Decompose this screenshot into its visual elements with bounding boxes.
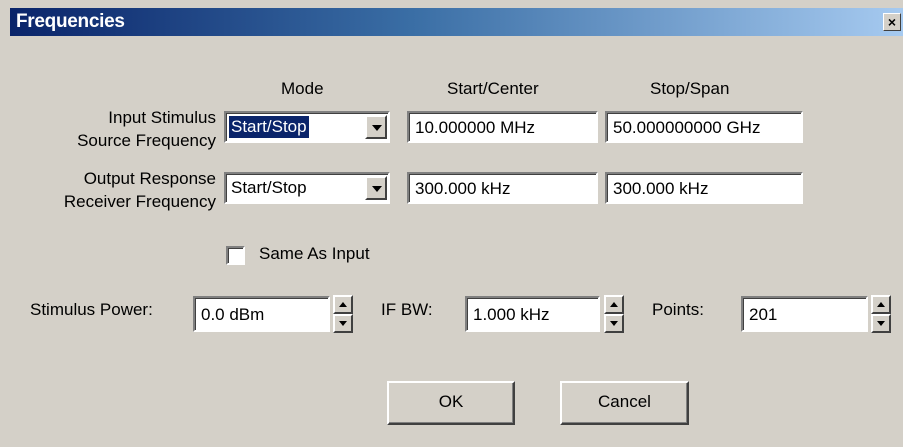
source-frequency-label: Source Frequency bbox=[77, 131, 216, 150]
arrow-down-icon bbox=[339, 321, 347, 326]
output-mode-dropdown[interactable]: Start/Stop bbox=[224, 172, 390, 204]
cancel-button[interactable]: Cancel bbox=[560, 381, 689, 425]
input-start-field[interactable]: 10.000000 MHz bbox=[407, 111, 598, 143]
stimulus-power-down-button[interactable] bbox=[333, 314, 353, 333]
stop-span-header: Stop/Span bbox=[650, 79, 730, 98]
arrow-up-icon bbox=[339, 302, 347, 307]
arrow-up-icon bbox=[877, 302, 885, 307]
points-label: Points: bbox=[652, 300, 704, 319]
output-start-value: 300.000 kHz bbox=[415, 179, 511, 198]
output-mode-dropdown-button[interactable] bbox=[365, 176, 387, 200]
close-icon: × bbox=[887, 14, 897, 30]
input-stop-value: 50.000000000 GHz bbox=[613, 118, 761, 137]
stimulus-power-spinner[interactable] bbox=[333, 295, 353, 333]
input-stop-field[interactable]: 50.000000000 GHz bbox=[605, 111, 803, 143]
output-stop-value: 300.000 kHz bbox=[613, 179, 709, 198]
input-mode-value: Start/Stop bbox=[228, 115, 310, 139]
ok-button-label: OK bbox=[438, 392, 464, 411]
receiver-frequency-label: Receiver Frequency bbox=[63, 192, 216, 211]
points-field[interactable]: 201 bbox=[741, 296, 868, 332]
points-up-button[interactable] bbox=[871, 295, 891, 314]
output-response-label: Output Response bbox=[83, 169, 216, 188]
stimulus-power-value: 0.0 dBm bbox=[201, 305, 265, 324]
same-as-input-checkbox[interactable] bbox=[226, 246, 245, 265]
mode-header: Mode bbox=[281, 79, 324, 98]
if-bw-label: IF BW: bbox=[381, 300, 433, 319]
if-bw-field[interactable]: 1.000 kHz bbox=[465, 296, 600, 332]
stimulus-power-up-button[interactable] bbox=[333, 295, 353, 314]
if-bw-value: 1.000 kHz bbox=[473, 305, 550, 324]
window-title: Frequencies bbox=[16, 11, 125, 32]
input-mode-dropdown-button[interactable] bbox=[365, 115, 387, 139]
points-spinner[interactable] bbox=[871, 295, 891, 333]
input-stimulus-label: Input Stimulus bbox=[108, 108, 216, 127]
arrow-up-icon bbox=[610, 302, 618, 307]
if-bw-spinner[interactable] bbox=[604, 295, 624, 333]
arrow-down-icon bbox=[877, 321, 885, 326]
stimulus-power-field[interactable]: 0.0 dBm bbox=[193, 296, 330, 332]
start-center-header: Start/Center bbox=[447, 79, 539, 98]
input-mode-dropdown[interactable]: Start/Stop bbox=[224, 111, 390, 143]
arrow-down-icon bbox=[610, 321, 618, 326]
if-bw-up-button[interactable] bbox=[604, 295, 624, 314]
points-value: 201 bbox=[749, 305, 778, 324]
points-down-button[interactable] bbox=[871, 314, 891, 333]
if-bw-down-button[interactable] bbox=[604, 314, 624, 333]
ok-button[interactable]: OK bbox=[387, 381, 515, 425]
frequencies-dialog: Frequencies × Mode Start/Center Stop/Spa… bbox=[0, 0, 903, 447]
output-mode-value: Start/Stop bbox=[231, 178, 307, 197]
stimulus-power-label: Stimulus Power: bbox=[30, 300, 153, 319]
output-stop-field[interactable]: 300.000 kHz bbox=[605, 172, 803, 204]
cancel-button-label: Cancel bbox=[598, 392, 651, 411]
same-as-input-label: Same As Input bbox=[259, 244, 370, 263]
close-button[interactable]: × bbox=[883, 13, 901, 31]
chevron-down-icon bbox=[372, 186, 382, 192]
input-start-value: 10.000000 MHz bbox=[415, 118, 536, 137]
title-bar: Frequencies × bbox=[10, 8, 903, 36]
chevron-down-icon bbox=[372, 125, 382, 131]
output-start-field[interactable]: 300.000 kHz bbox=[407, 172, 598, 204]
